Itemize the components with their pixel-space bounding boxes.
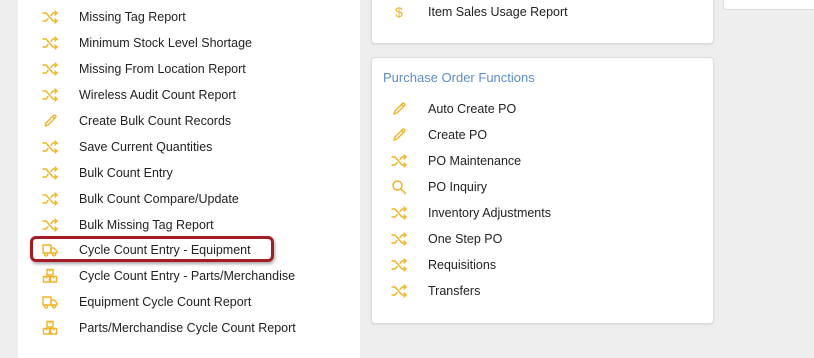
- boxes-icon: [40, 318, 60, 338]
- shuffle-icon: [40, 33, 60, 53]
- menu-item-wireless-audit-count-report[interactable]: Wireless Audit Count Report: [18, 82, 360, 108]
- pencil-icon: [389, 125, 409, 145]
- truck-icon: [40, 292, 60, 312]
- shuffle-icon: [389, 229, 409, 249]
- search-icon: [389, 177, 409, 197]
- shuffle-icon: [40, 215, 60, 235]
- shuffle-icon: [40, 189, 60, 209]
- menu-item-bulk-count-entry[interactable]: Bulk Count Entry: [18, 160, 360, 186]
- truck-icon: [40, 240, 60, 260]
- shuffle-icon: [40, 137, 60, 157]
- boxes-icon: [40, 266, 60, 286]
- menu-item-missing-from-location-report[interactable]: Missing From Location Report: [18, 56, 360, 82]
- menu-item-save-current-quantities[interactable]: Save Current Quantities: [18, 134, 360, 160]
- shuffle-icon: [389, 255, 409, 275]
- shuffle-icon: [40, 163, 60, 183]
- menu-item-po-maintenance[interactable]: PO Maintenance: [372, 148, 715, 174]
- card-title: Purchase Order Functions: [383, 70, 535, 85]
- svg-text:$: $: [395, 4, 403, 20]
- shuffle-icon: [40, 7, 60, 27]
- menu-item-bulk-missing-tag-report[interactable]: Bulk Missing Tag Report: [18, 212, 360, 238]
- menu-item-create-bulk-count-records[interactable]: Create Bulk Count Records: [18, 108, 360, 134]
- menu-item-create-po[interactable]: Create PO: [372, 122, 715, 148]
- inventory-menu-panel: Missing Tag Report Minimum Stock Level S…: [18, 0, 360, 358]
- menu-item-minimum-stock-level-shortage[interactable]: Minimum Stock Level Shortage: [18, 30, 360, 56]
- menu-item-cycle-count-entry-equipment[interactable]: Cycle Count Entry - Equipment: [18, 237, 360, 263]
- menu-item-item-sales-usage-report[interactable]: $ Item Sales Usage Report: [372, 0, 715, 25]
- menu-item-auto-create-po[interactable]: Auto Create PO: [372, 96, 715, 122]
- shuffle-icon: [40, 85, 60, 105]
- pencil-icon: [40, 111, 60, 131]
- menu-item-inventory-adjustments[interactable]: Inventory Adjustments: [372, 200, 715, 226]
- menu-item-one-step-po[interactable]: One Step PO: [372, 226, 715, 252]
- menu-item-transfers[interactable]: Transfers: [372, 278, 715, 304]
- shuffle-icon: [389, 151, 409, 171]
- menu-item-missing-tag-report[interactable]: Missing Tag Report: [18, 4, 360, 30]
- menu-item-bulk-count-compare-update[interactable]: Bulk Count Compare/Update: [18, 186, 360, 212]
- menu-item-po-inquiry[interactable]: PO Inquiry: [372, 174, 715, 200]
- shuffle-icon: [389, 281, 409, 301]
- purchase-order-functions-card: Purchase Order Functions Auto Create PO …: [371, 57, 714, 324]
- menu-item-parts-merchandise-cycle-count-report[interactable]: Parts/Merchandise Cycle Count Report: [18, 315, 360, 341]
- shuffle-icon: [389, 203, 409, 223]
- shuffle-icon: [40, 59, 60, 79]
- dollar-icon: $: [389, 2, 409, 22]
- menu-item-equipment-cycle-count-report[interactable]: Equipment Cycle Count Report: [18, 289, 360, 315]
- partial-card: [723, 0, 814, 10]
- menu-item-cycle-count-entry-parts-merchandise[interactable]: Cycle Count Entry - Parts/Merchandise: [18, 263, 360, 289]
- menu-item-requisitions[interactable]: Requisitions: [372, 252, 715, 278]
- pencil-icon: [389, 99, 409, 119]
- reports-card: $ Item Sales Usage Report: [371, 0, 714, 44]
